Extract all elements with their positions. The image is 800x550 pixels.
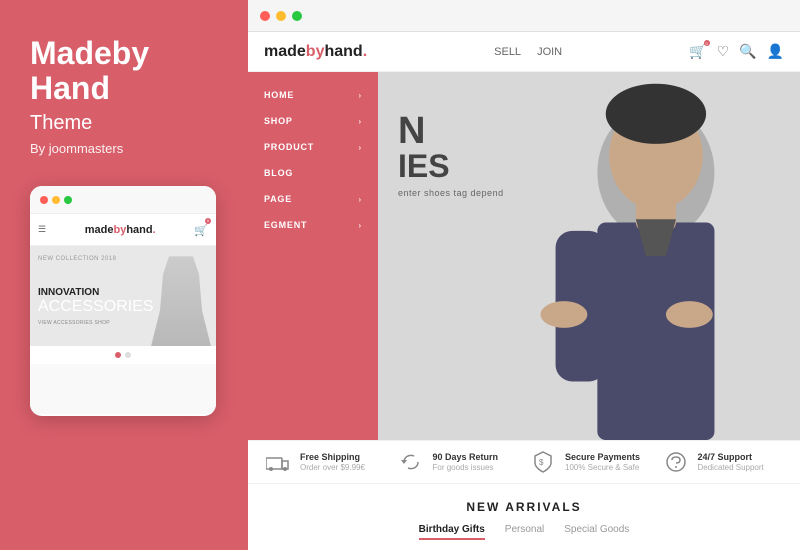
return-icon [397,452,425,472]
arrivals-tabs: Birthday Gifts Personal Special Goods [264,524,784,540]
phone-hero-headline-2: ACCESSORIES [38,298,154,316]
phone-dot-green [64,196,72,204]
feature-return-text: 90 Days Return For goods issues [433,452,499,472]
menu-arrow-shop: › [359,117,362,126]
feature-shipping-desc: Order over $9.99€ [300,463,365,472]
cart-count-badge: 0 [704,40,710,46]
menu-item-blog[interactable]: BLOG [248,160,378,186]
phone-hero-text: INNOVATION ACCESSORIES VIEW ACCESSORIES … [38,287,154,326]
site-logo: madebyhand. [264,43,367,61]
hero-subtext: enter shoes tag depend [398,188,504,198]
feature-support-title: 24/7 Support [698,452,764,462]
arrivals-tab-personal[interactable]: Personal [505,524,544,540]
pagination-dot-1[interactable] [115,352,121,358]
features-bar: Free Shipping Order over $9.99€ 90 Days … [248,440,800,484]
hero-big-text-ies: IES [398,150,504,182]
shield-icon: $ [529,451,557,473]
browser-dot-green [292,11,302,21]
cart-icon[interactable]: 🛒 0 [689,43,706,60]
menu-item-product[interactable]: PRODUCT › [248,134,378,160]
phone-bottom-area [30,364,216,414]
hero-text-overlay: N IES enter shoes tag depend [398,112,504,198]
browser-dot-yellow [276,11,286,21]
nav-link-sell[interactable]: SELL [494,46,521,58]
menu-item-home[interactable]: HOME › [248,82,378,108]
menu-arrow-page: › [359,195,362,204]
search-icon[interactable]: 🔍 [739,43,756,60]
phone-nav-icons: 🛒 0 [194,221,208,239]
support-icon [662,451,690,473]
site-nav-icons: 🛒 0 ♡ 🔍 👤 [689,43,784,60]
menu-item-egment[interactable]: EGMENT › [248,212,378,238]
menu-item-shop[interactable]: SHOP › [248,108,378,134]
nav-link-join[interactable]: JOIN [537,46,562,58]
cart-badge-dot: 0 [205,218,211,224]
brand-author: By joommasters [30,141,218,156]
hero-big-letter: N [398,112,504,150]
wishlist-icon[interactable]: ♡ [717,43,730,60]
user-icon[interactable]: 👤 [767,43,784,60]
brand-subtitle: Theme [30,112,218,135]
feature-payments-text: Secure Payments 100% Secure & Safe [565,452,640,472]
site-nav-links: SELL JOIN [494,46,562,58]
hero-background: N IES enter shoes tag depend [378,72,800,440]
browser-bar [248,0,800,32]
phone-hero-headline-1: INNOVATION [38,287,154,298]
feature-return-title: 90 Days Return [433,452,499,462]
new-arrivals-title: NEW ARRIVALS [264,500,784,514]
feature-payments-desc: 100% Secure & Safe [565,463,640,472]
phone-nav: ☰ madebyhand. 🛒 0 [30,214,216,246]
menu-arrow-egment: › [359,221,362,230]
left-panel: Madeby Hand Theme By joommasters ☰ madeb… [0,0,248,550]
site-nav: madebyhand. SELL JOIN 🛒 0 ♡ 🔍 👤 [248,32,800,72]
truck-icon [264,453,292,471]
feature-return: 90 Days Return For goods issues [397,451,520,473]
feature-shipping-text: Free Shipping Order over $9.99€ [300,452,365,472]
cart-badge: 🛒 0 [194,221,208,239]
man-figure [151,256,211,346]
sidebar-menu: HOME › SHOP › PRODUCT › BLOG PAGE › [248,72,378,440]
arrivals-tab-special[interactable]: Special Goods [564,524,629,540]
phone-pagination-dots [30,346,216,364]
feature-support: 24/7 Support Dedicated Support [662,451,785,473]
phone-hero-cta: VIEW ACCESSORIES SHOP [38,320,154,326]
phone-dot-yellow [52,196,60,204]
hero-section: N IES enter shoes tag depend [378,72,800,440]
phone-hero-label: NEW COLLECTION 2018 [38,256,117,262]
feature-support-desc: Dedicated Support [698,463,764,472]
arrivals-tab-birthday[interactable]: Birthday Gifts [419,524,485,540]
menu-arrow-home: › [359,91,362,100]
menu-item-page[interactable]: PAGE › [248,186,378,212]
menu-arrow-product: › [359,143,362,152]
feature-shipping: Free Shipping Order over $9.99€ [264,451,387,473]
main-area: HOME › SHOP › PRODUCT › BLOG PAGE › [248,72,800,440]
phone-dots [40,196,72,204]
phone-logo: madebyhand. [85,224,156,236]
svg-text:$: $ [539,458,544,467]
feature-support-text: 24/7 Support Dedicated Support [698,452,764,472]
website-content: madebyhand. SELL JOIN 🛒 0 ♡ 🔍 👤 HOM [248,32,800,550]
phone-mockup: ☰ madebyhand. 🛒 0 NEW COLLECTION 2018 IN… [30,186,216,416]
right-panel: madebyhand. SELL JOIN 🛒 0 ♡ 🔍 👤 HOM [248,0,800,550]
new-arrivals-section: NEW ARRIVALS Birthday Gifts Personal Spe… [248,484,800,550]
phone-top-bar [30,186,216,214]
feature-payments: $ Secure Payments 100% Secure & Safe [529,451,652,473]
feature-payments-title: Secure Payments [565,452,640,462]
browser-dot-red [260,11,270,21]
phone-dot-red [40,196,48,204]
feature-shipping-title: Free Shipping [300,452,365,462]
phone-hero: NEW COLLECTION 2018 INNOVATION ACCESSORI… [30,246,216,346]
pagination-dot-2[interactable] [125,352,131,358]
brand-title: Madeby Hand [30,36,218,106]
feature-return-desc: For goods issues [433,463,499,472]
